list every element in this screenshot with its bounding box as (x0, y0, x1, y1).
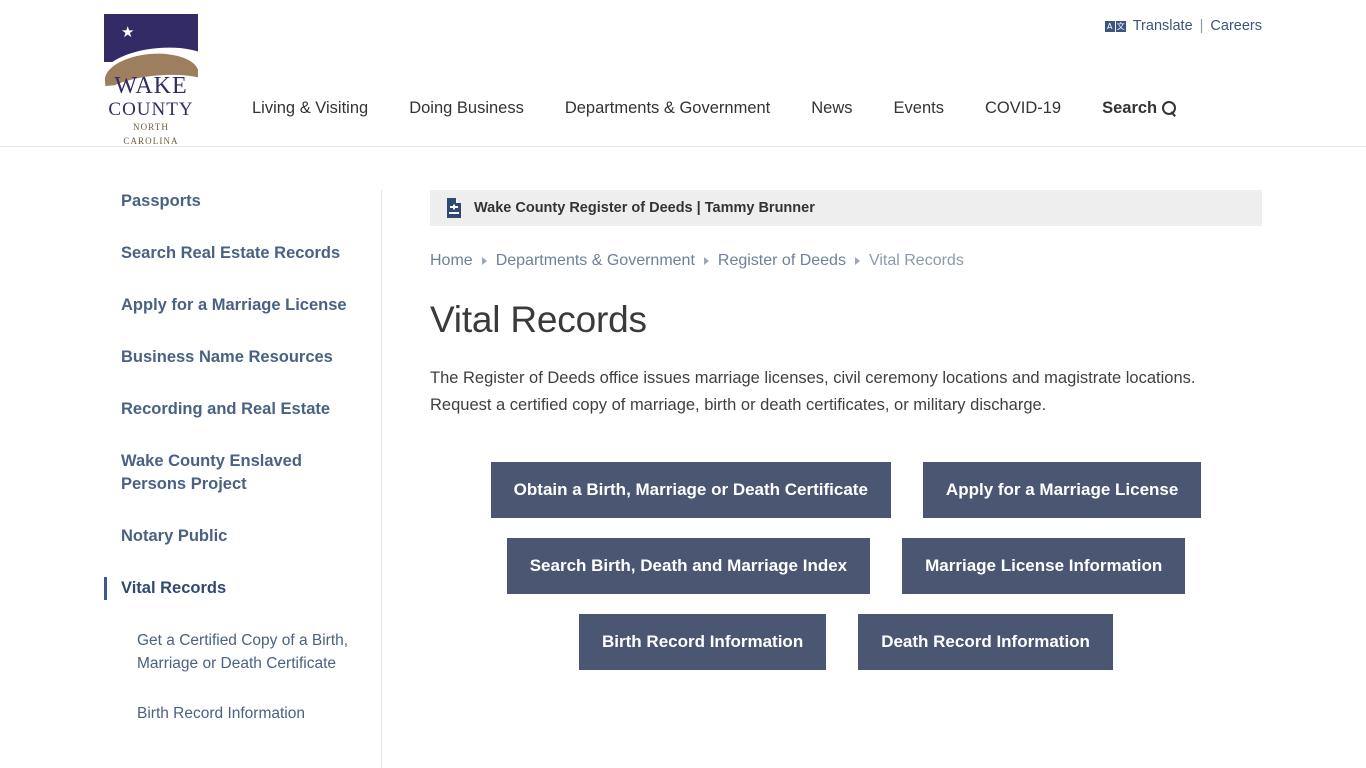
utility-nav-separator: | (1199, 18, 1204, 34)
search-index-button[interactable]: Search Birth, Death and Marriage Index (506, 538, 871, 594)
logo-wake-text: WAKE (114, 73, 188, 99)
search-icon (1162, 101, 1177, 116)
apply-marriage-license-button[interactable]: Apply for a Marriage License (922, 462, 1202, 518)
nav-item-news[interactable]: News (811, 99, 852, 118)
quick-links-button-grid: Obtain a Birth, Marriage or Death Certif… (430, 462, 1262, 670)
main-nav: Living & Visiting Doing Business Departm… (252, 99, 1177, 118)
breadcrumb-separator-icon (703, 257, 709, 265)
page-body: Passports Search Real Estate Records App… (0, 147, 1366, 768)
nav-search-label: Search (1102, 99, 1158, 117)
sidebar-item-vital-records[interactable]: Vital Records (104, 577, 367, 600)
sidebar-item-notary-public[interactable]: Notary Public (104, 525, 367, 548)
translate-icon-latin: A (1104, 20, 1115, 32)
nav-item-doing-business[interactable]: Doing Business (409, 99, 524, 118)
wake-county-logo[interactable]: ★ WAKE COUNTY NORTH CAROLINA (104, 14, 198, 146)
breadcrumb-item-home[interactable]: Home (430, 252, 473, 270)
page-intro-text: The Register of Deeds office issues marr… (430, 369, 1196, 414)
utility-nav: A 文 Translate | Careers (1104, 18, 1262, 34)
birth-record-information-button[interactable]: Birth Record Information (579, 614, 827, 670)
nav-item-covid-19[interactable]: COVID-19 (985, 99, 1061, 118)
sidebar-item-apply-for-a-marriage-license[interactable]: Apply for a Marriage License (104, 294, 367, 317)
breadcrumb: Home Departments & Government Register o… (430, 252, 1262, 270)
logo-wordmark: WAKE COUNTY NORTH CAROLINA (104, 74, 198, 148)
obtain-certificate-button[interactable]: Obtain a Birth, Marriage or Death Certif… (490, 462, 891, 518)
sidebar-item-passports[interactable]: Passports (104, 190, 367, 213)
translate-icon: A 文 (1104, 20, 1126, 32)
marriage-license-information-button[interactable]: Marriage License Information (902, 538, 1186, 594)
nav-item-living-visiting[interactable]: Living & Visiting (252, 99, 368, 118)
document-icon (447, 198, 461, 218)
department-banner-text: Wake County Register of Deeds | Tammy Br… (474, 200, 815, 216)
button-row: Birth Record Information Death Record In… (430, 614, 1262, 670)
sidebar-subitem-birth-record-information[interactable]: Birth Record Information (104, 702, 367, 725)
sidebar-subitem-get-a-certified-copy[interactable]: Get a Certified Copy of a Birth, Marriag… (104, 629, 367, 675)
breadcrumb-separator-icon (481, 257, 487, 265)
page-title: Vital Records (430, 299, 647, 340)
breadcrumb-item-register-of-deeds[interactable]: Register of Deeds (718, 252, 846, 270)
site-header: ★ WAKE COUNTY NORTH CAROLINA A 文 Transla… (0, 0, 1366, 147)
nav-item-departments-government[interactable]: Departments & Government (565, 99, 770, 118)
button-row: Search Birth, Death and Marriage Index M… (430, 538, 1262, 594)
nav-search-button[interactable]: Search (1102, 99, 1177, 118)
breadcrumb-separator-icon (854, 257, 860, 265)
sidebar-item-recording-and-real-estate[interactable]: Recording and Real Estate (104, 398, 367, 421)
main-content: Wake County Register of Deeds | Tammy Br… (430, 190, 1262, 670)
department-banner: Wake County Register of Deeds | Tammy Br… (430, 190, 1262, 226)
star-icon: ★ (121, 24, 135, 41)
button-row: Obtain a Birth, Marriage or Death Certif… (430, 462, 1262, 518)
translate-link[interactable]: Translate (1133, 18, 1193, 34)
careers-link[interactable]: Careers (1210, 18, 1262, 34)
breadcrumb-item-vital-records: Vital Records (868, 252, 964, 269)
sidebar-item-business-name-resources[interactable]: Business Name Resources (104, 346, 367, 369)
sidebar-item-search-real-estate-records[interactable]: Search Real Estate Records (104, 242, 367, 265)
death-record-information-button[interactable]: Death Record Information (858, 614, 1113, 670)
nav-item-events[interactable]: Events (894, 99, 944, 118)
sidebar: Passports Search Real Estate Records App… (104, 190, 382, 768)
logo-state-text: NORTH CAROLINA (123, 122, 179, 146)
breadcrumb-item-departments-government[interactable]: Departments & Government (496, 252, 695, 270)
translate-icon-cjk: 文 (1115, 20, 1126, 32)
logo-county-text: COUNTY (108, 99, 194, 120)
sidebar-item-wake-county-enslaved-persons-project[interactable]: Wake County Enslaved Persons Project (104, 450, 367, 496)
